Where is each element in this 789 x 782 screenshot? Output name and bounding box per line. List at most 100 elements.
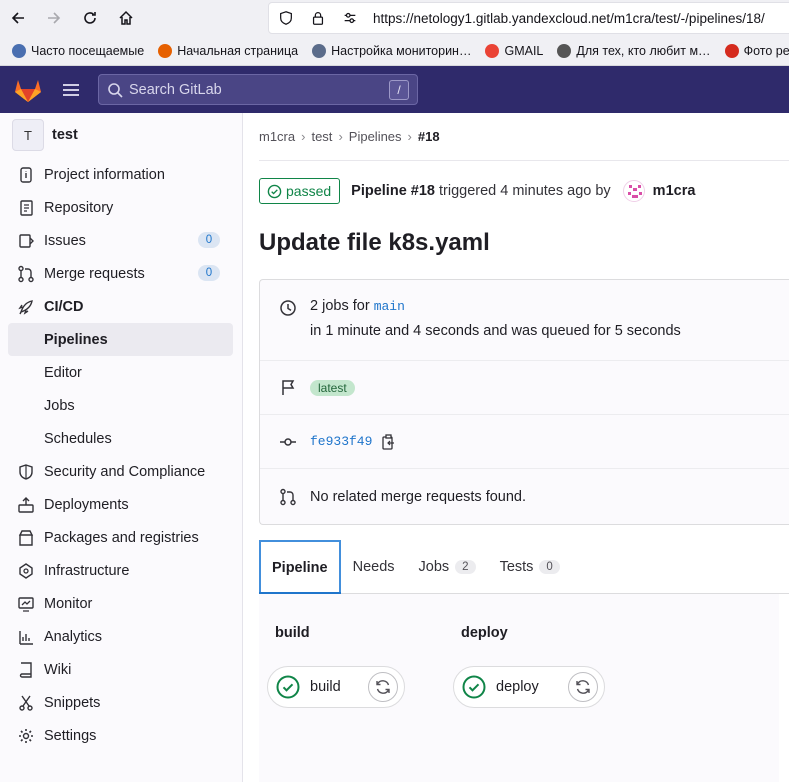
jobs-count-text: 2 jobs for (310, 298, 370, 314)
tab-jobs[interactable]: Jobs 2 (407, 540, 488, 593)
copy-icon[interactable] (382, 433, 396, 450)
retry-icon[interactable] (368, 672, 398, 702)
forward-button[interactable] (36, 0, 72, 36)
sidebar-item-settings[interactable]: Settings (0, 719, 242, 752)
no-mr-text: No related merge requests found. (310, 488, 527, 505)
pipeline-user[interactable]: m1cra (622, 180, 696, 202)
sidebar-item-ci-cd[interactable]: CI/CD (0, 290, 242, 323)
stage-title-build: build (275, 625, 310, 641)
tab-pipeline[interactable]: Pipeline (259, 540, 341, 594)
sidebar-subitem-jobs[interactable]: Jobs (0, 389, 242, 422)
check-circle-icon (462, 675, 486, 699)
count-badge: 0 (198, 232, 220, 248)
bookmark-icon (557, 43, 572, 58)
main-content: m1cra › test › Pipelines › #18 passed Pi… (243, 113, 789, 782)
project-header[interactable]: T test (0, 118, 242, 152)
sidebar-item-label: Infrastructure (44, 562, 130, 579)
reload-icon (84, 12, 96, 24)
search-placeholder: Search GitLab (129, 81, 222, 98)
home-button[interactable] (108, 0, 144, 36)
bookmark-item[interactable]: Настройка мониторин… (312, 43, 472, 58)
info-duration: 2 jobs for main in 1 minute and 4 second… (260, 280, 789, 360)
triggered-text: triggered 4 minutes ago by (438, 183, 611, 199)
user-name: m1cra (652, 183, 696, 199)
project-avatar: T (12, 119, 44, 151)
back-arrow-icon (11, 12, 24, 24)
sidebar-subitem-pipelines[interactable]: Pipelines (8, 323, 233, 356)
tag-latest-badge: latest (310, 379, 355, 396)
info-commit: fe933f49 (260, 414, 789, 468)
bookmark-item[interactable]: Часто посещаемые (12, 43, 144, 58)
menu-icon[interactable] (56, 66, 86, 113)
breadcrumb-current[interactable]: #18 (418, 129, 440, 144)
merge-request-icon (278, 487, 298, 507)
forward-arrow-icon (48, 12, 61, 24)
job-build[interactable]: build (267, 666, 405, 708)
bookmark-item[interactable]: Фото решения (724, 43, 789, 58)
bookmark-item[interactable]: Начальная страница (158, 43, 299, 58)
sidebar-item-infrastructure[interactable]: Infrastructure (0, 554, 242, 587)
monitor-icon (16, 594, 36, 614)
bookmark-item[interactable]: GMAIL (485, 43, 544, 58)
sidebar-item-issues[interactable]: Issues 0 (0, 224, 242, 257)
sidebar-item-project-information[interactable]: Project information (0, 158, 242, 191)
sidebar-item-analytics[interactable]: Analytics (0, 620, 242, 653)
tab-label: Pipeline (272, 559, 328, 576)
count-badge: 2 (455, 559, 476, 574)
sidebar-item-snippets[interactable]: Snippets (0, 686, 242, 719)
bookmark-icon (158, 43, 173, 58)
pipeline-info-box: 2 jobs for main in 1 minute and 4 second… (259, 279, 789, 525)
sidebar-item-packages-and-registries[interactable]: Packages and registries (0, 521, 242, 554)
reload-button[interactable] (72, 0, 108, 36)
project-name: test (52, 127, 78, 143)
sidebar-item-merge-requests[interactable]: Merge requests 0 (0, 257, 242, 290)
bookmark-label: Для тех, кто любит м… (576, 43, 711, 58)
chevron-right-icon: › (338, 129, 343, 144)
bookmark-icon (12, 43, 26, 58)
gitlab-logo-icon[interactable] (0, 66, 56, 113)
status-label: passed (286, 183, 332, 199)
branch-link[interactable]: main (374, 299, 405, 314)
sidebar-item-label: Monitor (44, 595, 93, 612)
commit-icon (278, 432, 298, 452)
job-name: deploy (496, 679, 539, 695)
tab-needs[interactable]: Needs (341, 540, 407, 593)
sidebar-item-security-and-compliance[interactable]: Security and Compliance (0, 455, 242, 488)
package-icon (16, 528, 36, 548)
bookmarks-bar: Часто посещаемые Начальная страница Настро… (0, 36, 789, 66)
breadcrumb-pipelines[interactable]: Pipelines (349, 129, 402, 144)
back-button[interactable] (0, 0, 36, 36)
bookmark-label: Начальная страница (177, 43, 299, 58)
job-deploy[interactable]: deploy (453, 666, 605, 708)
sidebar-subitem-schedules[interactable]: Schedules (0, 422, 242, 455)
bookmark-label: Настройка мониторин… (331, 43, 472, 58)
breadcrumb-project[interactable]: test (311, 129, 332, 144)
status-badge[interactable]: passed (259, 178, 341, 204)
bookmark-label: GMAIL (504, 43, 544, 58)
pipeline-tabs: Pipeline Needs Jobs 2 Tests 0 (259, 540, 789, 594)
gear-icon (16, 726, 36, 746)
url-bar[interactable]: https://netology1.gitlab.yandexcloud.net… (268, 2, 789, 34)
sidebar-item-repository[interactable]: Repository (0, 191, 242, 224)
info-tags: latest (260, 360, 789, 414)
search-input[interactable]: Search GitLab / (98, 74, 418, 105)
sidebar-item-deployments[interactable]: Deployments (0, 488, 242, 521)
search-shortcut: / (389, 79, 409, 100)
bookmark-icon (312, 43, 327, 58)
search-icon (108, 82, 123, 98)
sidebar-item-wiki[interactable]: Wiki (0, 653, 242, 686)
sidebar-item-label: Merge requests (44, 265, 145, 282)
breadcrumb-user[interactable]: m1cra (259, 129, 295, 144)
sidebar-item-label: Analytics (44, 628, 103, 645)
commit-sha-link[interactable]: fe933f49 (310, 434, 372, 449)
bookmark-item[interactable]: Для тех, кто любит м… (557, 43, 711, 58)
permissions-icon (341, 9, 359, 27)
tab-tests[interactable]: Tests 0 (488, 540, 572, 593)
sidebar-item-label: CI/CD (44, 298, 84, 315)
sidebar-item-monitor[interactable]: Monitor (0, 587, 242, 620)
stage-title-deploy: deploy (461, 625, 508, 641)
pipeline-header: passed Pipeline #18 triggered 4 minutes … (259, 161, 789, 221)
retry-icon[interactable] (568, 672, 598, 702)
avatar (622, 180, 645, 202)
sidebar-subitem-editor[interactable]: Editor (0, 356, 242, 389)
